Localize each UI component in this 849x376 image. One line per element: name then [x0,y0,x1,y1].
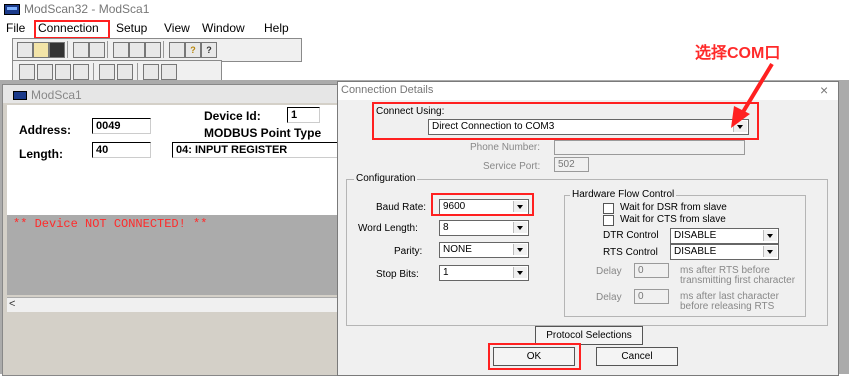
annotation-arrow-icon [731,62,774,128]
